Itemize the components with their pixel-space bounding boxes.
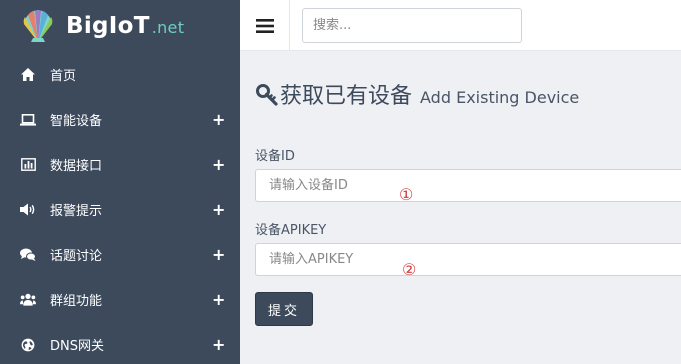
annotation-marker-2: ② xyxy=(402,260,417,279)
sidebar: BigIoT .net 首页 智能设备 + 数据接口 + 报警提示 + 话题讨论 … xyxy=(0,0,240,364)
topbar xyxy=(240,0,681,51)
expand-plus-icon[interactable]: + xyxy=(212,335,225,354)
submit-button[interactable]: 提交 xyxy=(255,292,313,326)
sidebar-item-label: 报警提示 xyxy=(50,204,103,219)
annotation-marker-1: ① xyxy=(399,185,414,204)
sidebar-item-groups[interactable]: 群组功能 + xyxy=(0,277,240,322)
bar-chart-icon xyxy=(20,157,36,173)
device-id-input[interactable] xyxy=(255,169,681,202)
sidebar-item-home[interactable]: 首页 xyxy=(0,52,240,97)
sidebar-item-label: DNS网关 xyxy=(50,339,104,354)
apikey-label: 设备APIKEY xyxy=(255,223,327,238)
page-subtitle: Add Existing Device xyxy=(420,88,580,107)
expand-plus-icon[interactable]: + xyxy=(212,245,225,264)
search-input[interactable] xyxy=(302,8,522,43)
page-title: 获取已有设备 Add Existing Device xyxy=(256,78,579,110)
shell-logo-icon xyxy=(23,10,53,43)
hamburger-icon xyxy=(255,18,274,33)
comments-icon xyxy=(20,247,36,263)
laptop-icon xyxy=(20,112,36,128)
globe-icon xyxy=(20,337,36,353)
users-icon xyxy=(20,292,36,308)
sidebar-item-label: 首页 xyxy=(50,69,77,84)
expand-plus-icon[interactable]: + xyxy=(212,110,225,129)
sidebar-item-alarms[interactable]: 报警提示 + xyxy=(0,187,240,232)
sidebar-item-label: 智能设备 xyxy=(50,114,103,129)
brand-name: BigIoT .net xyxy=(66,13,185,39)
device-id-label: 设备ID xyxy=(255,149,295,164)
expand-plus-icon[interactable]: + xyxy=(212,155,225,174)
brand[interactable]: BigIoT .net xyxy=(0,0,240,52)
sidebar-item-label: 数据接口 xyxy=(50,159,103,174)
menu-toggle-button[interactable] xyxy=(240,0,290,51)
home-icon xyxy=(20,67,36,83)
brand-suffix: .net xyxy=(151,18,185,37)
apikey-input[interactable] xyxy=(255,243,681,276)
expand-plus-icon[interactable]: + xyxy=(212,290,225,309)
sidebar-item-label: 群组功能 xyxy=(50,294,103,309)
expand-plus-icon[interactable]: + xyxy=(212,200,225,219)
sidebar-item-devices[interactable]: 智能设备 + xyxy=(0,97,240,142)
key-icon xyxy=(256,84,278,106)
sidebar-item-label: 话题讨论 xyxy=(50,249,103,264)
main-content: 获取已有设备 Add Existing Device 设备ID ① 设备APIK… xyxy=(240,52,681,364)
volume-icon xyxy=(20,202,36,218)
sidebar-item-dns-gateway[interactable]: DNS网关 + xyxy=(0,322,240,364)
page-title-text: 获取已有设备 xyxy=(280,84,413,109)
sidebar-item-data-api[interactable]: 数据接口 + xyxy=(0,142,240,187)
sidebar-item-topics[interactable]: 话题讨论 + xyxy=(0,232,240,277)
